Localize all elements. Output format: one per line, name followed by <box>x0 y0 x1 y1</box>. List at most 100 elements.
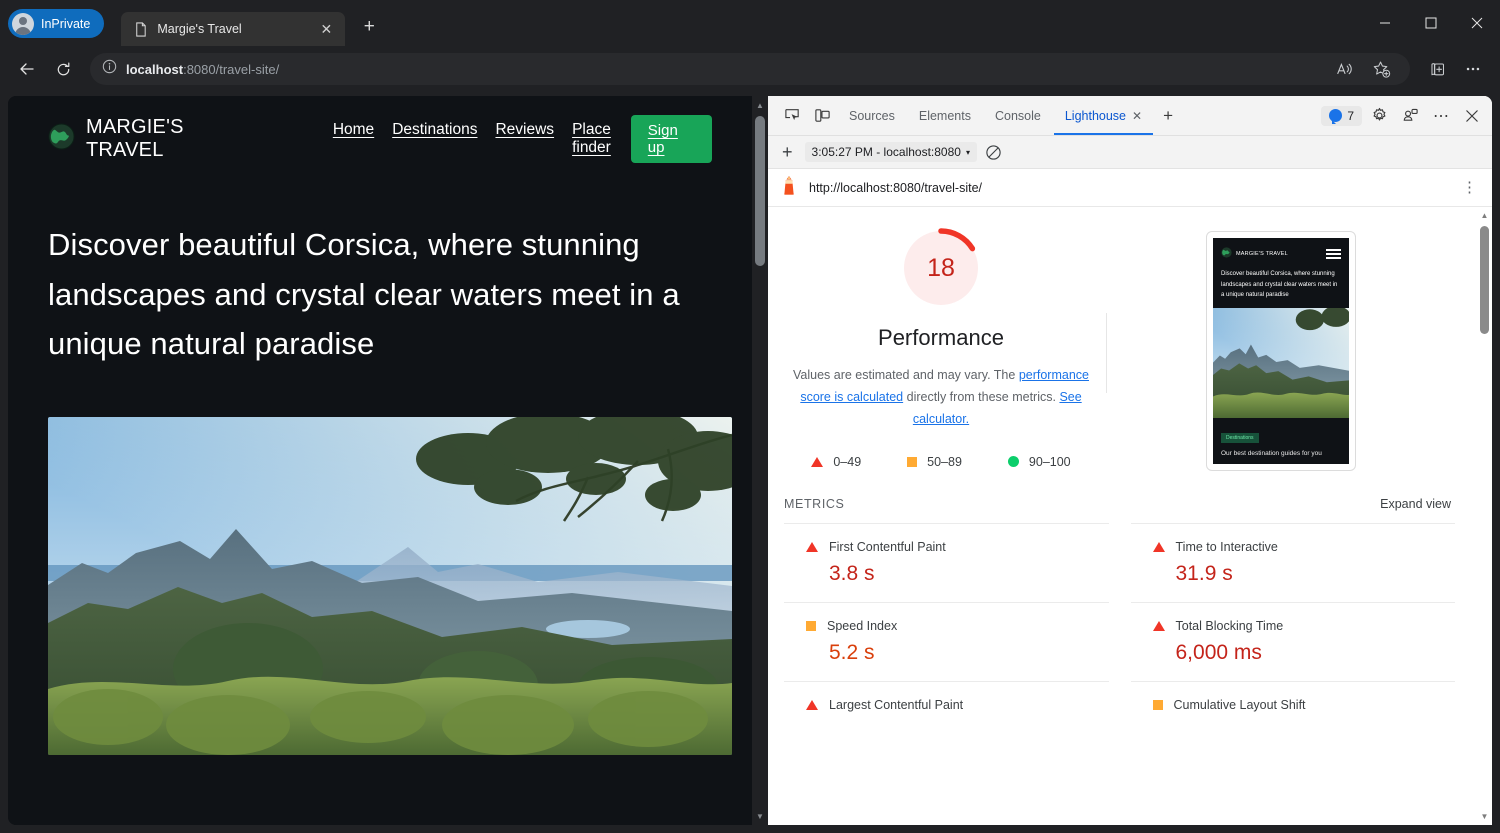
metric-name-row: Largest Contentful Paint <box>806 698 1109 712</box>
chevron-down-icon: ▾ <box>966 148 970 157</box>
minimize-icon[interactable] <box>1362 0 1408 46</box>
scrollbar-thumb[interactable] <box>1480 226 1489 334</box>
page-viewport: MARGIE'S TRAVEL Home Destinations Review… <box>8 96 752 825</box>
expand-view-button[interactable]: Expand view <box>1380 497 1451 511</box>
tab-console[interactable]: Console <box>984 96 1052 135</box>
browser-tab[interactable]: Margie's Travel ✕ <box>121 12 345 46</box>
info-icon[interactable] <box>102 59 117 79</box>
close-icon[interactable]: ✕ <box>315 18 337 40</box>
legend-average-range: 50–89 <box>927 455 962 469</box>
new-tab-button[interactable]: + <box>354 12 384 42</box>
legend-fail: 0–49 <box>811 455 861 469</box>
score-description-pre: Values are estimated and may vary. The <box>793 368 1019 382</box>
metric-value: 31.9 s <box>1176 562 1456 586</box>
device-toolbar-icon[interactable] <box>808 102 836 130</box>
add-panel-button[interactable]: + <box>1155 103 1181 129</box>
hamburger-menu-icon <box>1326 249 1341 259</box>
thumbnail-hero-text: Discover beautiful Corsica, where stunni… <box>1213 267 1349 308</box>
scroll-down-icon[interactable]: ▼ <box>752 807 768 825</box>
thumbnail-footer-text: Our best destination guides for you <box>1221 450 1341 457</box>
address-bar[interactable]: localhost:8080/travel-site/ <box>90 53 1410 85</box>
devtools-tabbar: Sources Elements Console Lighthouse ✕ + … <box>768 96 1492 136</box>
metric-name-row: Cumulative Layout Shift <box>1153 698 1456 712</box>
more-tools-icon[interactable] <box>1396 102 1424 130</box>
thumbnail-badge: Destinations <box>1221 433 1259 443</box>
inprivate-indicator[interactable]: InPrivate <box>8 9 104 38</box>
devtools-scrollbar[interactable]: ▲ ▼ <box>1477 207 1492 825</box>
navigation-toolbar: localhost:8080/travel-site/ <box>0 46 1500 92</box>
thumbnail-screen: MARGIE'S TRAVEL Discover beautiful Corsi… <box>1213 238 1349 464</box>
thumbnail-brand: MARGIE'S TRAVEL <box>1236 251 1288 257</box>
devtools-more-icon[interactable]: ⋯ <box>1427 102 1455 130</box>
maximize-icon[interactable] <box>1408 0 1454 46</box>
lighthouse-report-header: http://localhost:8080/travel-site/ ⋮ <box>768 169 1492 207</box>
add-favorite-icon[interactable] <box>1364 52 1398 86</box>
metric-name-row: First Contentful Paint <box>806 540 1109 554</box>
metric-speed-index[interactable]: Speed Index 5.2 s <box>784 602 1109 681</box>
address-host: localhost <box>126 62 183 77</box>
read-aloud-icon[interactable] <box>1328 52 1362 86</box>
thumbnail-footer: Destinations Our best destination guides… <box>1213 418 1349 457</box>
performance-gauge: 18 <box>900 227 982 309</box>
metric-label: Time to Interactive <box>1176 540 1278 554</box>
nav-link-reviews[interactable]: Reviews <box>495 121 554 157</box>
close-devtools-icon[interactable] <box>1458 102 1486 130</box>
sign-up-button[interactable]: Sign up <box>631 115 712 163</box>
legend-pass-range: 90–100 <box>1029 455 1071 469</box>
metric-first-contentful-paint[interactable]: First Contentful Paint 3.8 s <box>784 523 1109 602</box>
tab-sources[interactable]: Sources <box>838 96 906 135</box>
brand-name: MARGIE'S TRAVEL <box>86 116 251 162</box>
back-icon[interactable] <box>10 52 44 86</box>
content-split: MARGIE'S TRAVEL Home Destinations Review… <box>0 92 1500 833</box>
scroll-up-icon[interactable]: ▲ <box>752 96 768 114</box>
metrics-section: METRICS Expand view First Contentful Pai… <box>776 497 1455 728</box>
report-menu-icon[interactable]: ⋮ <box>1462 183 1478 192</box>
hero-title: Discover beautiful Corsica, where stunni… <box>48 220 712 369</box>
metric-name-row: Speed Index <box>806 619 1109 633</box>
scrollbar-thumb[interactable] <box>755 116 765 266</box>
tab-elements[interactable]: Elements <box>908 96 982 135</box>
issues-badge[interactable]: 7 <box>1321 106 1362 126</box>
tab-sources-label: Sources <box>849 109 895 123</box>
reload-icon[interactable] <box>46 52 80 86</box>
score-legend: 0–49 50–89 90–100 <box>811 455 1070 469</box>
devtools-actions: 7 ⋯ <box>1321 102 1486 130</box>
browser-more-icon[interactable] <box>1456 52 1490 86</box>
metric-time-to-interactive[interactable]: Time to Interactive 31.9 s <box>1131 523 1456 602</box>
globe-icon <box>48 123 75 155</box>
metric-total-blocking-time[interactable]: Total Blocking Time 6,000 ms <box>1131 602 1456 681</box>
nav-link-destinations[interactable]: Destinations <box>392 121 477 157</box>
score-description-mid: directly from these metrics. <box>903 390 1059 404</box>
report-selector-label: 3:05:27 PM - localhost:8080 <box>812 145 961 159</box>
site-header: MARGIE'S TRAVEL Home Destinations Review… <box>48 96 712 182</box>
address-text: localhost:8080/travel-site/ <box>126 62 279 77</box>
gear-icon[interactable] <box>1365 102 1393 130</box>
triangle-fail-icon <box>806 542 818 552</box>
address-path: :8080/travel-site/ <box>183 62 279 77</box>
metric-cumulative-layout-shift[interactable]: Cumulative Layout Shift <box>1131 681 1456 728</box>
lighthouse-report-content: 18 Performance Values are estimated and … <box>768 207 1477 825</box>
tab-lighthouse[interactable]: Lighthouse ✕ <box>1054 96 1153 135</box>
window-controls <box>1362 0 1500 46</box>
performance-score-value: 18 <box>900 227 982 309</box>
report-selector[interactable]: 3:05:27 PM - localhost:8080 ▾ <box>805 142 977 162</box>
site-brand[interactable]: MARGIE'S TRAVEL <box>48 116 251 162</box>
square-average-icon <box>1153 700 1163 710</box>
close-window-icon[interactable] <box>1454 0 1500 46</box>
tab-console-label: Console <box>995 109 1041 123</box>
page-scrollbar[interactable]: ▲ ▼ <box>752 96 768 825</box>
scroll-down-icon[interactable]: ▼ <box>1477 808 1492 825</box>
close-icon[interactable]: ✕ <box>1132 109 1142 123</box>
inspect-element-icon[interactable] <box>778 102 806 130</box>
performance-score-title: Performance <box>878 325 1004 351</box>
site-nav: Home Destinations Reviews Place finder <box>333 121 631 157</box>
collections-icon[interactable] <box>1420 52 1454 86</box>
lighthouse-runbar: + 3:05:27 PM - localhost:8080 ▾ <box>768 136 1492 169</box>
nav-link-place-finder[interactable]: Place finder <box>572 121 631 157</box>
clear-all-icon[interactable] <box>985 144 1002 161</box>
tab-title: Margie's Travel <box>157 22 306 36</box>
scroll-up-icon[interactable]: ▲ <box>1477 207 1492 224</box>
nav-link-home[interactable]: Home <box>333 121 374 157</box>
metric-largest-contentful-paint[interactable]: Largest Contentful Paint <box>784 681 1109 728</box>
new-report-button[interactable]: + <box>778 142 797 163</box>
